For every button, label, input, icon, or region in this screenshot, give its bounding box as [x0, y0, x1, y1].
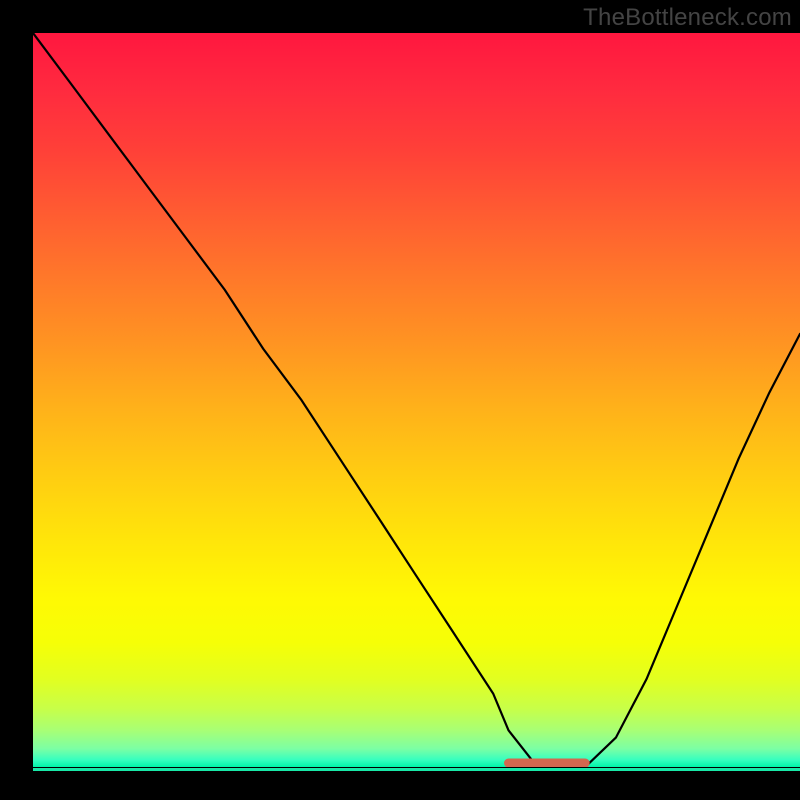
bottom-edge-band: [33, 768, 800, 771]
chart-frame: TheBottleneck.com: [0, 0, 800, 800]
plot-area: [33, 33, 800, 767]
watermark-text: TheBottleneck.com: [583, 4, 792, 32]
bottleneck-curve: [33, 33, 800, 767]
curve-path: [33, 33, 800, 767]
